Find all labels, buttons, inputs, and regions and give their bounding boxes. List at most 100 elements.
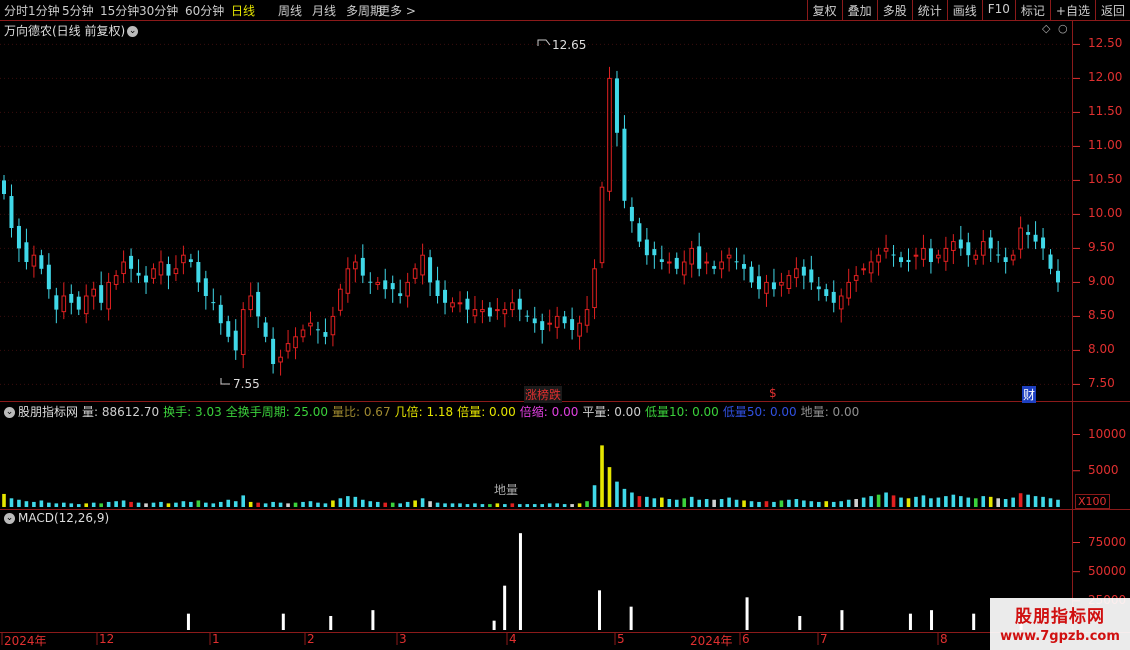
volume-bar <box>1056 499 1060 507</box>
volume-bar <box>121 500 126 507</box>
candle-body-up <box>91 288 97 297</box>
stat-label: 倍缩 <box>519 405 544 419</box>
volume-bar <box>189 501 193 507</box>
candle-body-up <box>472 309 478 317</box>
candle-body-up <box>681 261 687 276</box>
candle-body-down <box>203 278 208 296</box>
candle-body-down <box>383 280 388 290</box>
volume-bar <box>84 503 89 507</box>
dollar-marker[interactable]: $ <box>769 386 777 400</box>
candle-body-down <box>99 285 104 303</box>
candle-body-up <box>173 268 179 275</box>
candle-body-up <box>510 302 515 311</box>
candle-body-up <box>345 268 351 294</box>
candle-body-down <box>487 307 492 317</box>
volume-bar <box>1003 499 1008 507</box>
volume-bar <box>278 502 283 507</box>
volume-bar <box>764 501 769 507</box>
volume-stat-5: 倍量: 0.00 <box>457 405 516 419</box>
stock-chart[interactable] <box>0 0 1130 650</box>
date-label: 4 <box>509 632 517 646</box>
volume-bar <box>91 502 96 507</box>
main-panel-title[interactable]: 万向德农(日线 前复权) ⌄ <box>4 22 139 39</box>
candle-body-down <box>674 257 679 269</box>
chevron-down-icon[interactable]: ⌄ <box>127 26 139 37</box>
candle-body-down <box>1056 270 1060 283</box>
stat-value: 1.18 <box>426 405 454 419</box>
volume-bar <box>465 504 470 507</box>
volume-bar <box>443 503 447 507</box>
candle-body-up <box>913 254 919 257</box>
high-pointer <box>537 39 551 46</box>
candle-body-down <box>443 289 448 303</box>
volume-bar <box>929 498 933 507</box>
volume-bar <box>293 502 298 507</box>
macd-tick-label: 75000 <box>1088 534 1127 549</box>
volume-bar <box>308 501 313 507</box>
stat-value: 3.03 <box>195 405 222 419</box>
volume-bar <box>577 503 582 507</box>
volume-bar <box>742 500 746 507</box>
candle-body-up <box>666 261 672 264</box>
volume-bar <box>839 501 844 507</box>
volume-bar <box>809 501 814 507</box>
macd-bar <box>745 597 749 630</box>
finance-marker[interactable]: 财 <box>1022 386 1037 403</box>
candle-body-down <box>144 275 149 283</box>
stat-label: 倍量 <box>457 405 482 419</box>
stat-label: 几倍 <box>394 405 419 419</box>
volume-bar <box>181 501 186 507</box>
candle-body-up <box>883 247 889 252</box>
price-tick-label: 12.00 <box>1088 70 1123 85</box>
candle-body-down <box>1033 234 1038 242</box>
candle-body-down <box>136 272 141 276</box>
macd-series <box>186 533 1080 630</box>
price-tick-label: 10.50 <box>1088 172 1123 187</box>
volume-bar <box>17 499 21 507</box>
candle-body-up <box>158 261 164 276</box>
volume-bar <box>488 504 492 507</box>
volume-stat-6: 倍缩: 0.00 <box>519 405 579 419</box>
candle-body-up <box>704 261 709 264</box>
settings-circle-icon[interactable]: ⌄ <box>4 513 15 524</box>
volume-bar <box>286 503 290 507</box>
volume-bar <box>495 503 500 507</box>
diamond-icon[interactable]: ◇ <box>1042 22 1050 35</box>
candle-body-down <box>315 329 320 331</box>
candle-body-down <box>570 319 575 330</box>
volume-bar <box>76 504 81 507</box>
candle-body-up <box>1018 227 1023 250</box>
settings-circle-icon[interactable]: ⌄ <box>4 407 15 418</box>
candle-body-up <box>794 268 799 279</box>
volume-bar <box>316 502 320 507</box>
volume-bar <box>1018 493 1023 507</box>
candle-body-up <box>420 254 425 276</box>
volume-tick-label: 10000 <box>1088 426 1127 441</box>
stat-label: 低量10 <box>644 405 685 419</box>
volume-bar <box>390 502 395 507</box>
volume-bar <box>906 498 911 507</box>
candle-body-up <box>106 281 111 310</box>
volume-bar <box>824 501 829 507</box>
candle-body-up <box>285 343 291 352</box>
limit-up-marker[interactable]: 涨榜跌 <box>524 386 563 403</box>
volume-bar <box>757 501 761 507</box>
candle-body-down <box>637 223 642 242</box>
macd-bar <box>972 613 976 630</box>
volume-bar <box>712 499 716 507</box>
candle-body-up <box>412 268 418 279</box>
volume-tick-label: 5000 <box>1088 462 1119 477</box>
volume-bar <box>196 500 201 507</box>
stat-value: 0.00 <box>614 405 641 419</box>
circle-icon[interactable]: ○ <box>1058 22 1068 35</box>
macd-bar <box>598 590 602 630</box>
candle-body-down <box>928 248 933 262</box>
candle-body-down <box>9 196 14 228</box>
volume-stat-2: 全换手周期: 25.00 <box>225 405 328 419</box>
candle-body-up <box>121 261 126 275</box>
stat-label: 换手 <box>163 405 188 419</box>
volume-bar <box>831 501 836 507</box>
candle-body-down <box>966 242 971 256</box>
candle-body-up <box>450 302 455 308</box>
volume-bar <box>981 496 986 507</box>
